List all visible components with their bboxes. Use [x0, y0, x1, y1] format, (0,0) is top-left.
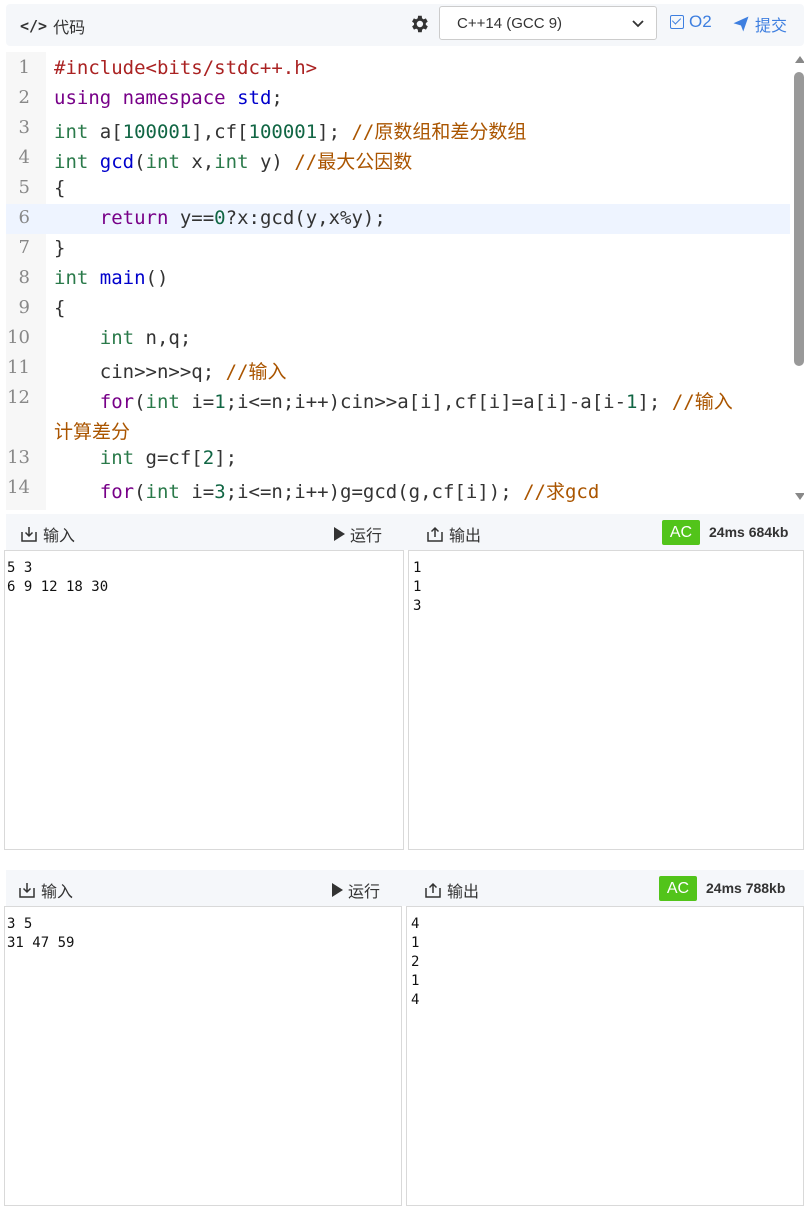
download-icon [21, 527, 37, 542]
line-number: 5 [18, 177, 30, 198]
code-line[interactable]: 10 int n,q; [6, 324, 790, 354]
code-text: #include<bits/stdc++.h> [54, 57, 318, 79]
output-tab[interactable]: 输出 [424, 878, 479, 902]
code-text: return y==0?x:gcd(y,x%y); [99, 207, 386, 229]
code-line[interactable]: 13 int g=cf[2]; [6, 444, 790, 474]
line-number: 10 [7, 327, 30, 348]
code-text: int main() [54, 267, 169, 289]
input-textarea[interactable]: 5 3 6 9 12 18 30 [4, 550, 404, 850]
scroll-down-arrow-icon[interactable] [795, 493, 804, 500]
gear-icon[interactable] [408, 13, 430, 35]
editor-toolbar: </> 代码 C++14 (GCC 9) O2 提交 [6, 4, 804, 46]
code-line[interactable]: 9 { [6, 294, 790, 324]
code-text: using namespace std; [54, 87, 283, 109]
run-stats: 24ms 684kb [709, 524, 789, 540]
input-tab[interactable]: 输入 [18, 878, 73, 902]
line-number: 8 [18, 267, 30, 288]
paper-plane-icon [733, 16, 749, 32]
chevron-down-icon [632, 20, 644, 28]
input-tab[interactable]: 输入 [20, 522, 75, 546]
run-button[interactable]: 运行 [332, 878, 380, 902]
line-number: 13 [7, 447, 30, 468]
play-icon [334, 527, 345, 541]
code-text: int gcd(int x,int y) //最大公因数 [54, 151, 413, 173]
io-toolbar: 输入 运行 输出 AC 24ms 788kb [6, 870, 804, 906]
code-text: { [54, 177, 66, 199]
code-line[interactable]: 5 { [6, 174, 790, 204]
line-number: 14 [7, 477, 30, 498]
line-number: 12 [7, 387, 30, 408]
code-tab-label: 代码 [53, 20, 86, 37]
upload-icon [427, 526, 443, 542]
line-number: 1 [18, 57, 30, 78]
line-number: 11 [7, 357, 30, 378]
code-text: int g=cf[2]; [99, 447, 238, 469]
code-text-wrap: 计算差分 [54, 421, 131, 443]
run-label: 运行 [348, 884, 381, 901]
output-label: 输出 [449, 528, 482, 545]
line-number: 3 [18, 117, 30, 138]
language-select[interactable]: C++14 (GCC 9) [439, 6, 657, 40]
line-number: 4 [18, 147, 30, 168]
status-badge: AC [659, 876, 697, 901]
line-number: 6 [18, 207, 30, 228]
run-stats: 24ms 788kb [706, 880, 786, 896]
io-toolbar: 输入 运行 输出 AC 24ms 684kb [6, 514, 804, 550]
language-value: C++14 (GCC 9) [457, 15, 563, 32]
code-line[interactable]: 3 int a[100001],cf[100001]; //原数组和差分数组 [6, 114, 790, 144]
code-text: cin>>n>>q; //输入 [54, 361, 287, 383]
input-label: 输入 [43, 528, 76, 545]
output-area: 4 1 2 1 4 [406, 906, 804, 1206]
code-text: int n,q; [99, 327, 192, 349]
editor-scrollbar[interactable] [794, 52, 804, 510]
code-text: for(int i=1;i<=n;i++)cin>>a[i],cf[i]=a[i… [99, 391, 733, 413]
input-text: 5 3 6 9 12 18 30 [7, 560, 109, 595]
code-text: } [54, 237, 66, 259]
code-editor[interactable]: 1 #include<bits/stdc++.h> 2 using namesp… [6, 52, 804, 510]
run-label: 运行 [350, 528, 383, 545]
code-line[interactable]: 4 int gcd(int x,int y) //最大公因数 [6, 144, 790, 174]
checkbox-checked-icon [670, 15, 684, 29]
line-number: 2 [18, 87, 30, 108]
output-text: 1 1 3 [413, 560, 422, 614]
line-number: 9 [18, 297, 30, 318]
code-line[interactable]: 7 } [6, 234, 790, 264]
download-icon [19, 883, 35, 898]
code-line[interactable]: 14 for(int i=3;i<=n;i++)g=gcd(g,cf[i]); … [6, 474, 790, 504]
output-label: 输出 [447, 884, 480, 901]
submit-button[interactable]: 提交 [732, 12, 787, 36]
line-number: 7 [18, 237, 30, 258]
code-line[interactable]: 12 for(int i=1;i<=n;i++)cin>>a[i],cf[i]=… [6, 384, 790, 444]
scroll-up-arrow-icon[interactable] [795, 56, 804, 63]
submit-label: 提交 [755, 18, 788, 35]
output-tab[interactable]: 输出 [426, 522, 481, 546]
code-tab[interactable]: </> 代码 [20, 14, 85, 38]
scrollbar-thumb[interactable] [794, 72, 804, 366]
status-badge: AC [662, 520, 700, 545]
code-line[interactable]: 1 #include<bits/stdc++.h> [6, 54, 790, 84]
code-icon: </> [20, 17, 48, 35]
code-text: int a[100001],cf[100001]; //原数组和差分数组 [54, 121, 527, 143]
output-area: 1 1 3 [408, 550, 804, 850]
upload-icon [425, 882, 441, 898]
code-line[interactable]: 2 using namespace std; [6, 84, 790, 114]
play-icon [332, 883, 343, 897]
code-line[interactable]: 11 cin>>n>>q; //输入 [6, 354, 790, 384]
code-line-active[interactable]: 6 return y==0?x:gcd(y,x%y); [6, 204, 790, 234]
output-text: 4 1 2 1 4 [411, 916, 420, 1008]
o2-label: O2 [689, 12, 712, 31]
run-button[interactable]: 运行 [334, 522, 382, 546]
o2-toggle[interactable]: O2 [670, 12, 712, 32]
code-text: for(int i=3;i<=n;i++)g=gcd(g,cf[i]); //求… [99, 481, 600, 503]
code-line[interactable]: 8 int main() [6, 264, 790, 294]
code-text: { [54, 297, 66, 319]
input-label: 输入 [41, 884, 74, 901]
input-text: 3 5 31 47 59 [7, 916, 75, 951]
input-textarea[interactable]: 3 5 31 47 59 [4, 906, 402, 1206]
